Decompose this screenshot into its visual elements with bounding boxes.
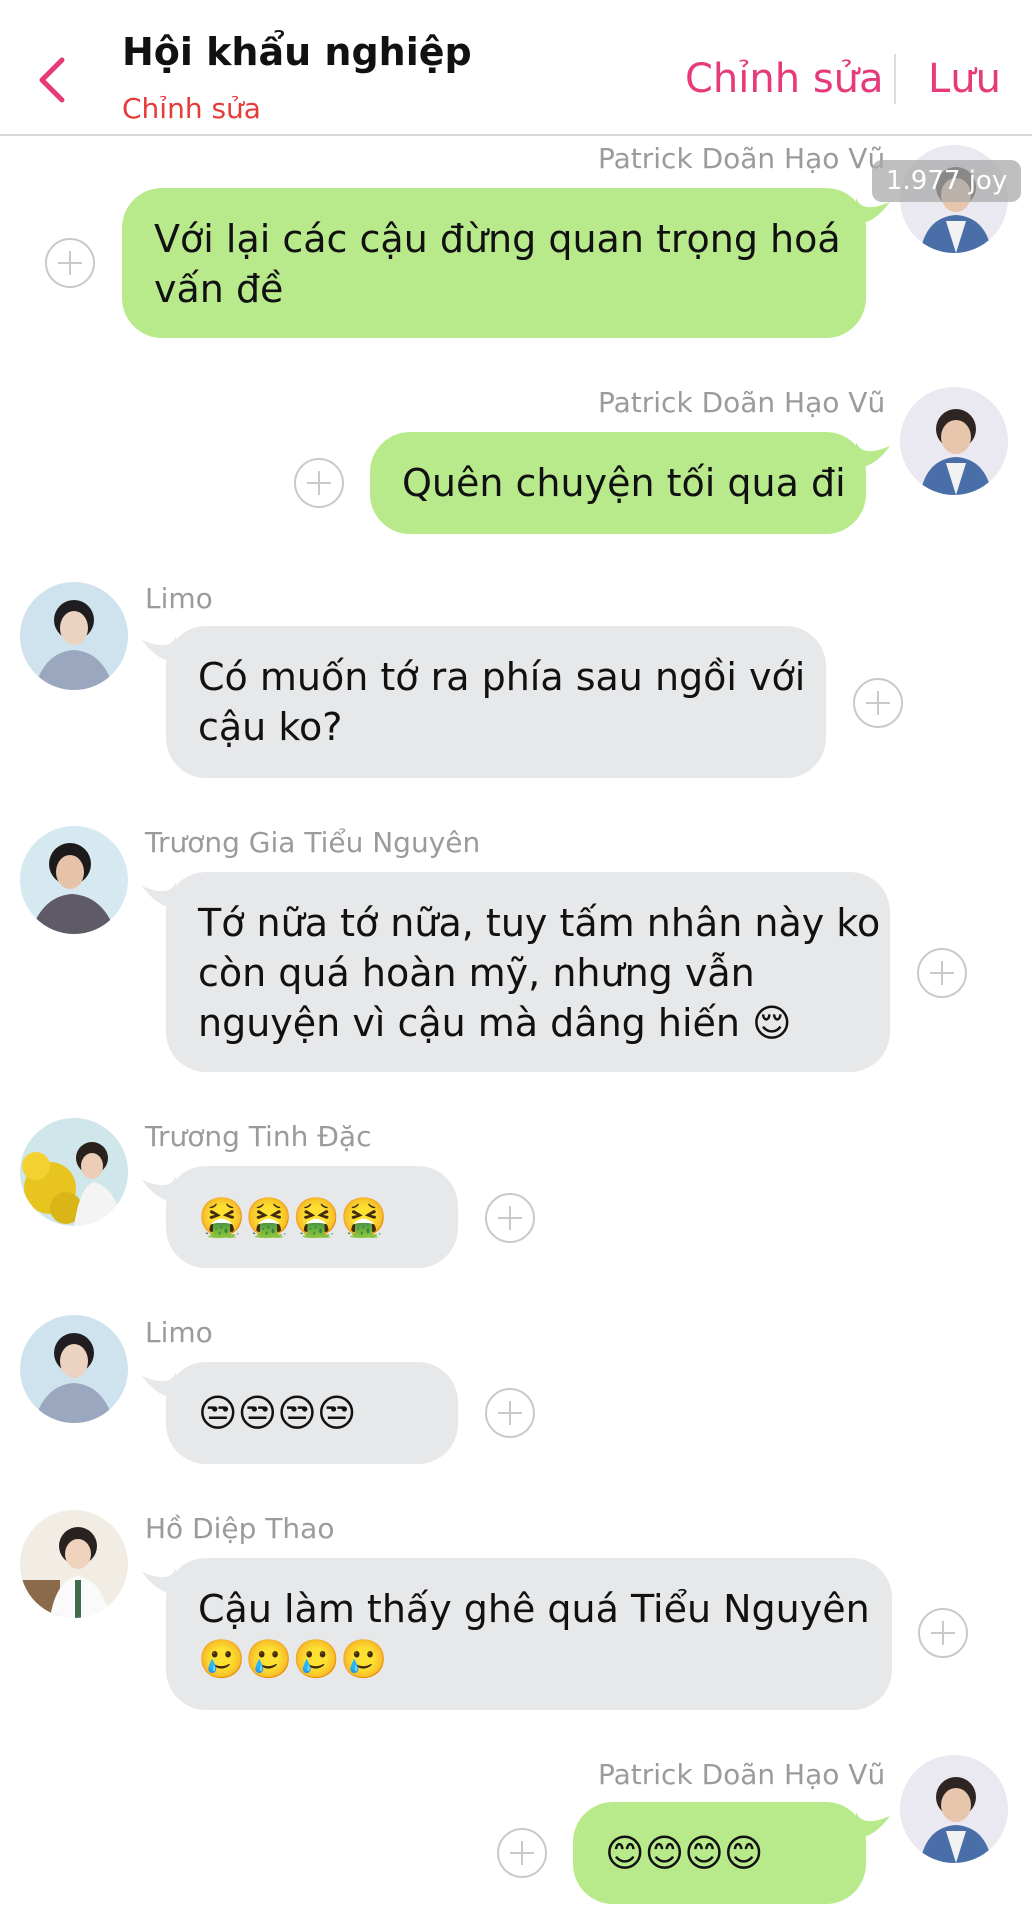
add-reaction-button[interactable]: [853, 678, 903, 728]
message-bubble[interactable]: Với lại các cậu đừng quan trọng hoá vấn …: [122, 188, 866, 338]
sender-name: Patrick Doãn Hạo Vũ: [598, 386, 886, 419]
avatar[interactable]: [900, 387, 1008, 495]
message-bubble[interactable]: 🤮🤮🤮🤮: [166, 1166, 458, 1268]
avatar[interactable]: [900, 1755, 1008, 1863]
add-reaction-button[interactable]: [294, 458, 344, 508]
sender-name: Limo: [145, 1316, 213, 1349]
avatar[interactable]: [20, 582, 128, 690]
bubble-tail: [142, 1568, 176, 1594]
bubble-tail: [142, 1372, 176, 1398]
avatar[interactable]: [20, 826, 128, 934]
sender-name: Trương Gia Tiểu Nguyên: [145, 826, 481, 859]
message-bubble[interactable]: 😊😊😊😊: [573, 1802, 866, 1904]
message-emoji: 😊😊😊😊: [605, 1831, 764, 1875]
sender-name: Patrick Doãn Hạo Vũ: [598, 1758, 886, 1791]
avatar[interactable]: [20, 1510, 128, 1618]
bubble-tail: [856, 198, 890, 224]
message-bubble[interactable]: Có muốn tớ ra phía sau ngồi với cậu ko?: [166, 626, 826, 778]
add-reaction-button[interactable]: [917, 948, 967, 998]
message-bubble[interactable]: Cậu làm thấy ghê quá Tiểu Nguyên 🥲🥲🥲🥲: [166, 1558, 892, 1710]
add-reaction-button[interactable]: [918, 1608, 968, 1658]
message-bubble[interactable]: Tớ nữa tớ nữa, tuy tấm nhân này ko còn q…: [166, 872, 890, 1072]
message-text: Quên chuyện tối qua đi: [402, 461, 846, 505]
sender-name: Hồ Diệp Thao: [145, 1512, 335, 1545]
add-reaction-button[interactable]: [485, 1388, 535, 1438]
chat-subtitle: Chỉnh sửa: [122, 92, 261, 125]
header-divider: [894, 54, 896, 104]
sender-name: Patrick Doãn Hạo Vũ: [598, 142, 886, 175]
message-bubble[interactable]: 😒😒😒😒: [166, 1362, 458, 1464]
message-emoji: 🥲🥲🥲🥲: [198, 1637, 388, 1681]
add-reaction-button[interactable]: [485, 1193, 535, 1243]
save-button[interactable]: Lưu: [928, 56, 1001, 102]
add-reaction-button[interactable]: [45, 238, 95, 288]
avatar[interactable]: [20, 1118, 128, 1226]
bubble-tail: [856, 1812, 890, 1838]
chat-header: Hội khẩu nghiệp Chỉnh sửa Chỉnh sửa Lưu: [0, 0, 1032, 136]
message-emoji: 🤮🤮🤮🤮: [198, 1195, 388, 1239]
message-text: Với lại các cậu đừng quan trọng hoá: [154, 217, 841, 261]
message-text: nguyện vì cậu mà dâng hiến 😌: [198, 1001, 792, 1045]
message-text: Tớ nữa tớ nữa, tuy tấm nhân này ko: [198, 901, 881, 945]
edit-button[interactable]: Chỉnh sửa: [685, 56, 884, 102]
message-text: Có muốn tớ ra phía sau ngồi với: [198, 655, 806, 699]
bubble-tail: [142, 882, 176, 908]
message-text: cậu ko?: [198, 705, 343, 749]
back-chevron-icon[interactable]: [30, 52, 78, 108]
message-emoji: 😒😒😒😒: [198, 1391, 357, 1435]
message-text: vấn đề: [154, 267, 284, 311]
chat-title: Hội khẩu nghiệp: [122, 30, 472, 74]
message-text: còn quá hoàn mỹ, nhưng vẫn: [198, 951, 755, 995]
sender-name: Limo: [145, 582, 213, 615]
message-text: Cậu làm thấy ghê quá Tiểu Nguyên: [198, 1587, 870, 1631]
avatar[interactable]: [20, 1315, 128, 1423]
joy-badge: 1.977 joy: [872, 160, 1022, 202]
message-bubble[interactable]: Quên chuyện tối qua đi: [370, 432, 866, 534]
sender-name: Trương Tinh Đặc: [145, 1120, 372, 1153]
bubble-tail: [142, 1176, 176, 1202]
bubble-tail: [856, 442, 890, 468]
bubble-tail: [142, 636, 176, 662]
add-reaction-button[interactable]: [497, 1828, 547, 1878]
